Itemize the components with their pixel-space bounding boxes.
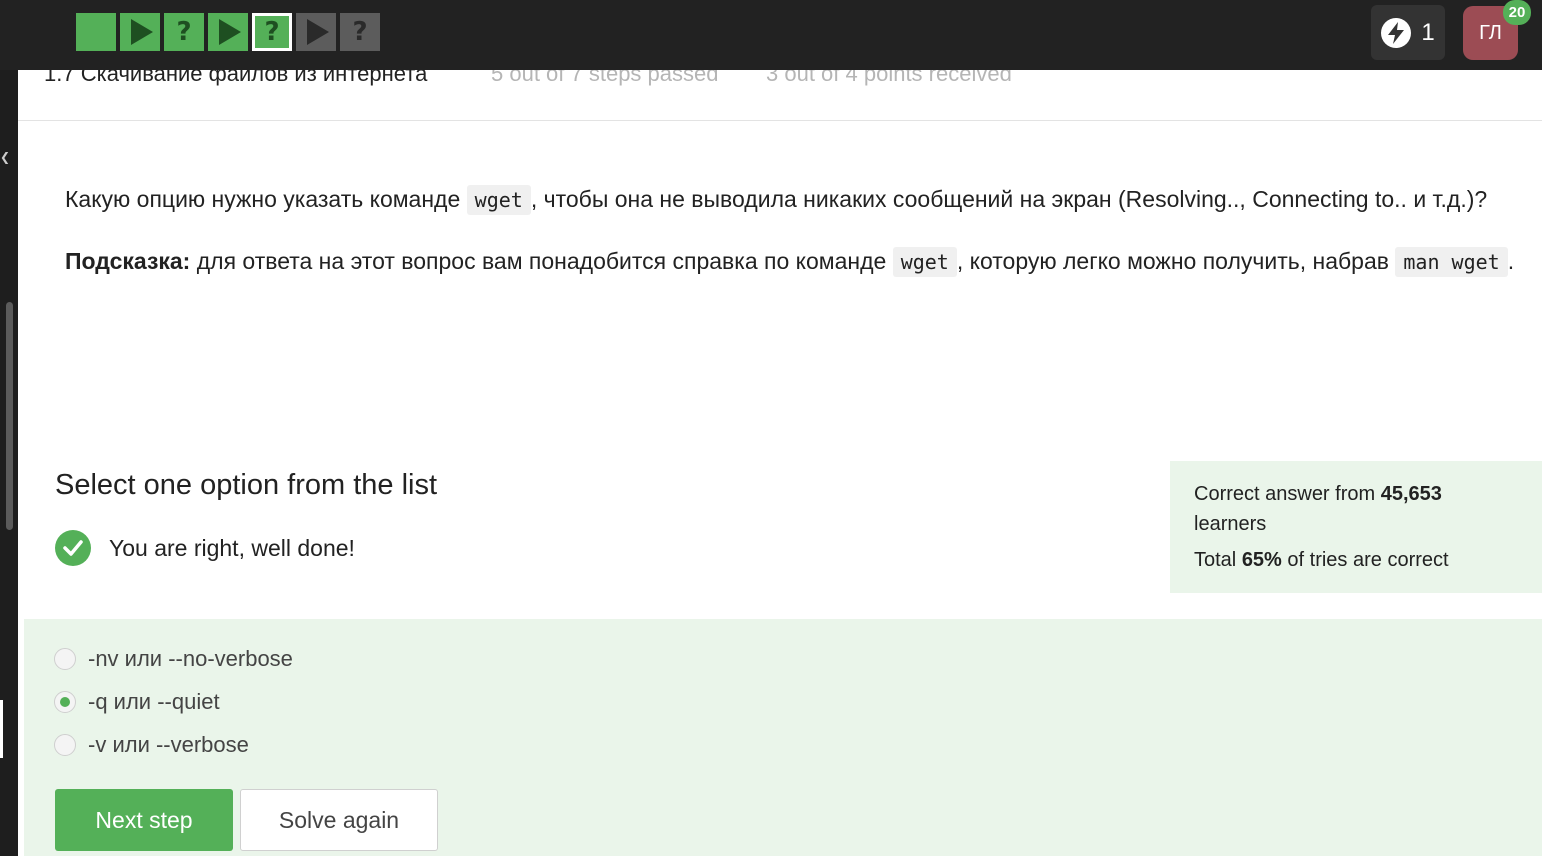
play-icon [131,19,153,45]
question-icon: ? [352,17,368,47]
option-quiet[interactable]: -q или --quiet [54,689,220,715]
lesson-points: 3 out of 4 points received [766,70,1012,86]
energy-button[interactable]: 1 [1371,5,1445,60]
play-icon [219,19,241,45]
result-text: You are right, well done! [109,534,355,561]
top-bar: ? ? ? 1 ГЛ 20 [0,0,1542,70]
stats-learners: Correct answer from 45,653 learners [1194,483,1442,535]
step-4-video[interactable] [208,13,248,51]
stats-percent: Total 65% of tries are correct [1194,549,1449,571]
question-icon: ? [176,17,192,47]
lesson-steps-progress: 5 out of 7 steps passed [491,70,719,86]
radio-button[interactable] [54,734,76,756]
notification-badge: 20 [1503,0,1531,25]
check-icon [55,530,91,566]
energy-count: 1 [1421,18,1435,46]
radio-button[interactable] [54,648,76,670]
step-1-text[interactable] [76,13,116,51]
lightning-icon [1381,17,1412,48]
solve-again-button[interactable]: Solve again [240,789,438,851]
option-no-verbose[interactable]: -nv или --no-verbose [54,646,293,672]
step-2-video[interactable] [120,13,160,51]
question-paragraph: Какую опцию нужно указать команде wget, … [65,180,1515,220]
left-sidebar-strip: ❮ [0,70,18,856]
play-icon [307,19,329,45]
next-step-button[interactable]: Next step [55,789,233,851]
step-7-quiz[interactable]: ? [340,13,380,51]
lesson-header: 1.7 Скачивание файлов из интернета 5 out… [18,70,1542,121]
step-5-quiz-current[interactable]: ? [252,13,292,51]
question-text: Какую опцию нужно указать команде wget, … [65,180,1515,282]
code-wget: wget [892,247,957,277]
step-navigation: ? ? ? [76,13,380,51]
radio-button-selected[interactable] [54,691,76,713]
option-label: -q или --quiet [88,689,220,714]
answer-stats: Correct answer from 45,653 learners Tota… [1170,461,1542,593]
collapse-arrow-icon[interactable]: ❮ [0,150,10,164]
option-label: -v или --verbose [88,732,249,757]
code-man-wget: man wget [1395,247,1508,277]
option-label: -nv или --no-verbose [88,646,293,671]
hint-paragraph: Подсказка: для ответа на этот вопрос вам… [65,242,1515,282]
radio-dot [60,697,70,707]
quiz-heading: Select one option from the list [55,469,438,501]
code-wget: wget [466,185,531,215]
question-icon: ? [264,17,280,47]
lesson-title: 1.7 Скачивание файлов из интернета [44,70,428,86]
result-message: You are right, well done! [55,530,355,566]
step-3-quiz[interactable]: ? [164,13,204,51]
option-verbose[interactable]: -v или --verbose [54,732,249,758]
scrollbar-thumb[interactable] [6,302,13,530]
hint-label: Подсказка: [65,248,191,274]
main-content: 1.7 Скачивание файлов из интернета 5 out… [18,70,1542,856]
step-6-video[interactable] [296,13,336,51]
sidebar-marker [0,700,3,758]
